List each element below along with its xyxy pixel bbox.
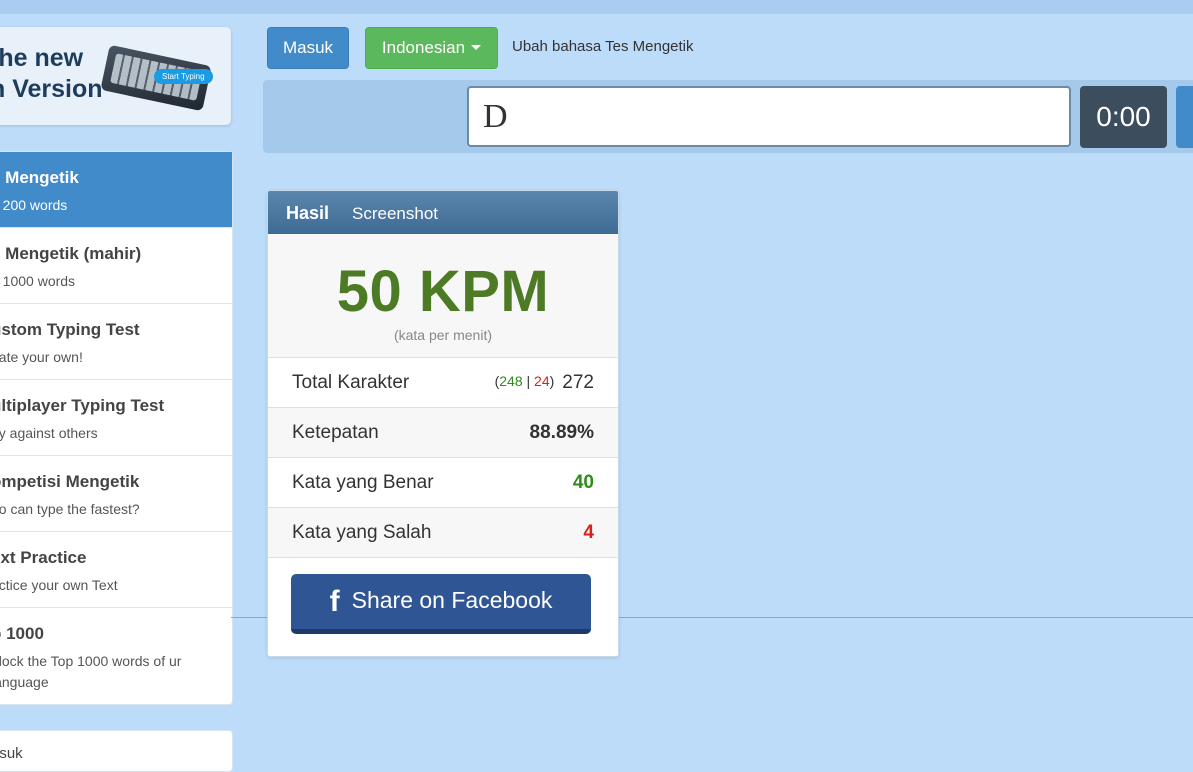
- sidebar-item-title: s Mengetik: [0, 168, 79, 187]
- results-card: Hasil Screenshot 50 KPM (kata per menit)…: [267, 190, 619, 657]
- language-hint: Ubah bahasa Tes Mengetik: [512, 38, 694, 55]
- language-dropdown[interactable]: Indonesian: [365, 27, 498, 69]
- start-typing-pill[interactable]: Start Typing: [154, 69, 213, 84]
- characters-total: 272: [562, 372, 594, 393]
- row-label: Total Karakter: [292, 372, 410, 393]
- sidebar-item-subtitle: ho can type the fastest?: [0, 501, 140, 517]
- characters-wrong: 24: [534, 373, 550, 389]
- typing-input[interactable]: D: [467, 86, 1071, 147]
- sidebar-item-subtitle: nlock the Top 1000 words of ur language: [0, 653, 182, 690]
- sidebar-item-title: ext Practice: [0, 548, 87, 567]
- wrong-words-value: 4: [583, 522, 594, 543]
- sidebar-item-title: ultiplayer Typing Test: [0, 396, 165, 415]
- sidebar-item-subtitle: ay against others: [0, 425, 98, 441]
- top-strip: [0, 0, 1193, 14]
- banner-text: the new n Version: [0, 43, 103, 105]
- row-label: Ketepatan: [292, 422, 379, 443]
- sidebar-item-title: ompetisi Mengetik: [0, 472, 140, 491]
- share-facebook-button[interactable]: f Share on Facebook: [291, 574, 591, 634]
- results-header: Hasil Screenshot: [268, 191, 618, 234]
- row-label: Kata yang Benar: [292, 472, 434, 493]
- row-correct-words: Kata yang Benar 40: [268, 458, 618, 508]
- sidebar-item-multiplayer[interactable]: ultiplayer Typing Test ay against others: [0, 380, 232, 456]
- sidebar-menu: s Mengetik p 200 words s Mengetik (mahir…: [0, 151, 233, 705]
- characters-breakdown: (248 | 24): [494, 373, 555, 389]
- correct-words-value: 40: [572, 472, 594, 493]
- row-wrong-words: Kata yang Salah 4: [268, 508, 618, 558]
- wpm-box: 50 KPM (kata per menit): [268, 234, 618, 358]
- sidebar-item-subtitle: p 1000 words: [0, 273, 76, 289]
- characters-correct: 248: [499, 373, 523, 389]
- sidebar-login-item[interactable]: asuk: [0, 730, 233, 772]
- sidebar-item-subtitle: actice your own Text: [0, 577, 118, 593]
- row-accuracy: Ketepatan 88.89%: [268, 408, 618, 458]
- sidebar-login-label: asuk: [0, 745, 23, 762]
- language-label: Indonesian: [381, 38, 466, 57]
- sidebar-item-title: p 1000: [0, 624, 44, 643]
- sidebar-item-typing-test[interactable]: s Mengetik p 200 words: [0, 152, 232, 228]
- facebook-icon: f: [329, 584, 340, 618]
- timer: 0:00: [1080, 86, 1167, 148]
- login-button[interactable]: Masuk: [267, 27, 349, 69]
- reload-button[interactable]: [1176, 86, 1193, 148]
- screenshot-tab[interactable]: Screenshot: [352, 204, 438, 224]
- sidebar-item-typing-test-advanced[interactable]: s Mengetik (mahir) p 1000 words: [0, 228, 232, 304]
- sidebar-item-title: s Mengetik (mahir): [0, 244, 142, 263]
- sidebar-item-subtitle: eate your own!: [0, 349, 83, 365]
- banner-line-1: the new: [0, 44, 84, 72]
- row-label: Kata yang Salah: [292, 522, 432, 543]
- sidebar-item-subtitle: p 200 words: [0, 197, 68, 213]
- row-total-characters: Total Karakter (248 | 24) 272: [268, 358, 618, 408]
- characters-value: (248 | 24) 272: [495, 372, 594, 394]
- accuracy-value: 88.89%: [529, 422, 594, 443]
- promo-banner[interactable]: the new n Version Start Typing: [0, 27, 231, 125]
- caret-down-icon: [471, 45, 482, 50]
- sidebar-item-competition[interactable]: ompetisi Mengetik ho can type the fastes…: [0, 456, 232, 532]
- sidebar-item-title: ustom Typing Test: [0, 320, 140, 339]
- results-title[interactable]: Hasil: [286, 203, 329, 224]
- sidebar-item-text-practice[interactable]: ext Practice actice your own Text: [0, 532, 232, 608]
- wpm-value: 50 KPM: [336, 259, 550, 324]
- wpm-caption: (kata per menit): [393, 327, 493, 343]
- sidebar-item-custom-typing-test[interactable]: ustom Typing Test eate your own!: [0, 304, 232, 380]
- sidebar-item-top-1000[interactable]: p 1000 nlock the Top 1000 words of ur la…: [0, 608, 232, 704]
- banner-line-2: n Version: [0, 75, 103, 103]
- share-label: Share on Facebook: [351, 586, 553, 613]
